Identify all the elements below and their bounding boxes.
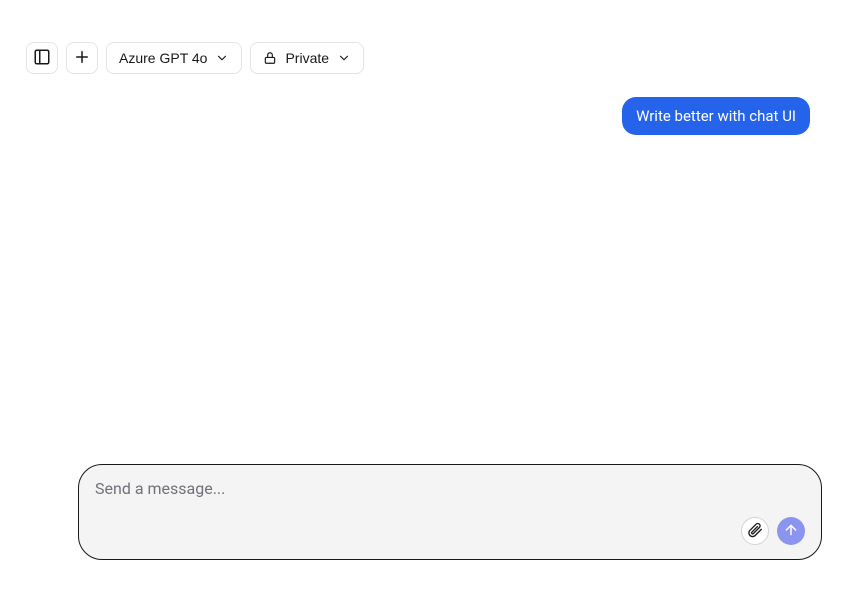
arrow-up-icon xyxy=(783,522,799,541)
message-input[interactable] xyxy=(95,479,805,498)
new-chat-button[interactable] xyxy=(66,42,98,74)
messages-area: Write better with chat UI xyxy=(622,97,810,135)
model-selector-label: Azure GPT 4o xyxy=(119,50,207,66)
toolbar: Azure GPT 4o Private xyxy=(0,0,866,74)
chevron-down-icon xyxy=(337,51,351,65)
user-message-text: Write better with chat UI xyxy=(636,107,796,125)
lock-icon xyxy=(263,51,277,65)
sidebar-toggle-button[interactable] xyxy=(26,42,58,74)
visibility-selector[interactable]: Private xyxy=(250,42,364,74)
plus-icon xyxy=(73,48,91,69)
attach-button[interactable] xyxy=(741,517,769,545)
visibility-label: Private xyxy=(285,50,329,66)
model-selector[interactable]: Azure GPT 4o xyxy=(106,42,242,74)
chevron-down-icon xyxy=(215,51,229,65)
paperclip-icon xyxy=(747,522,763,541)
send-button[interactable] xyxy=(777,517,805,545)
composer xyxy=(78,464,822,560)
user-message: Write better with chat UI xyxy=(622,97,810,135)
panel-icon xyxy=(33,48,51,69)
composer-actions xyxy=(95,517,805,545)
